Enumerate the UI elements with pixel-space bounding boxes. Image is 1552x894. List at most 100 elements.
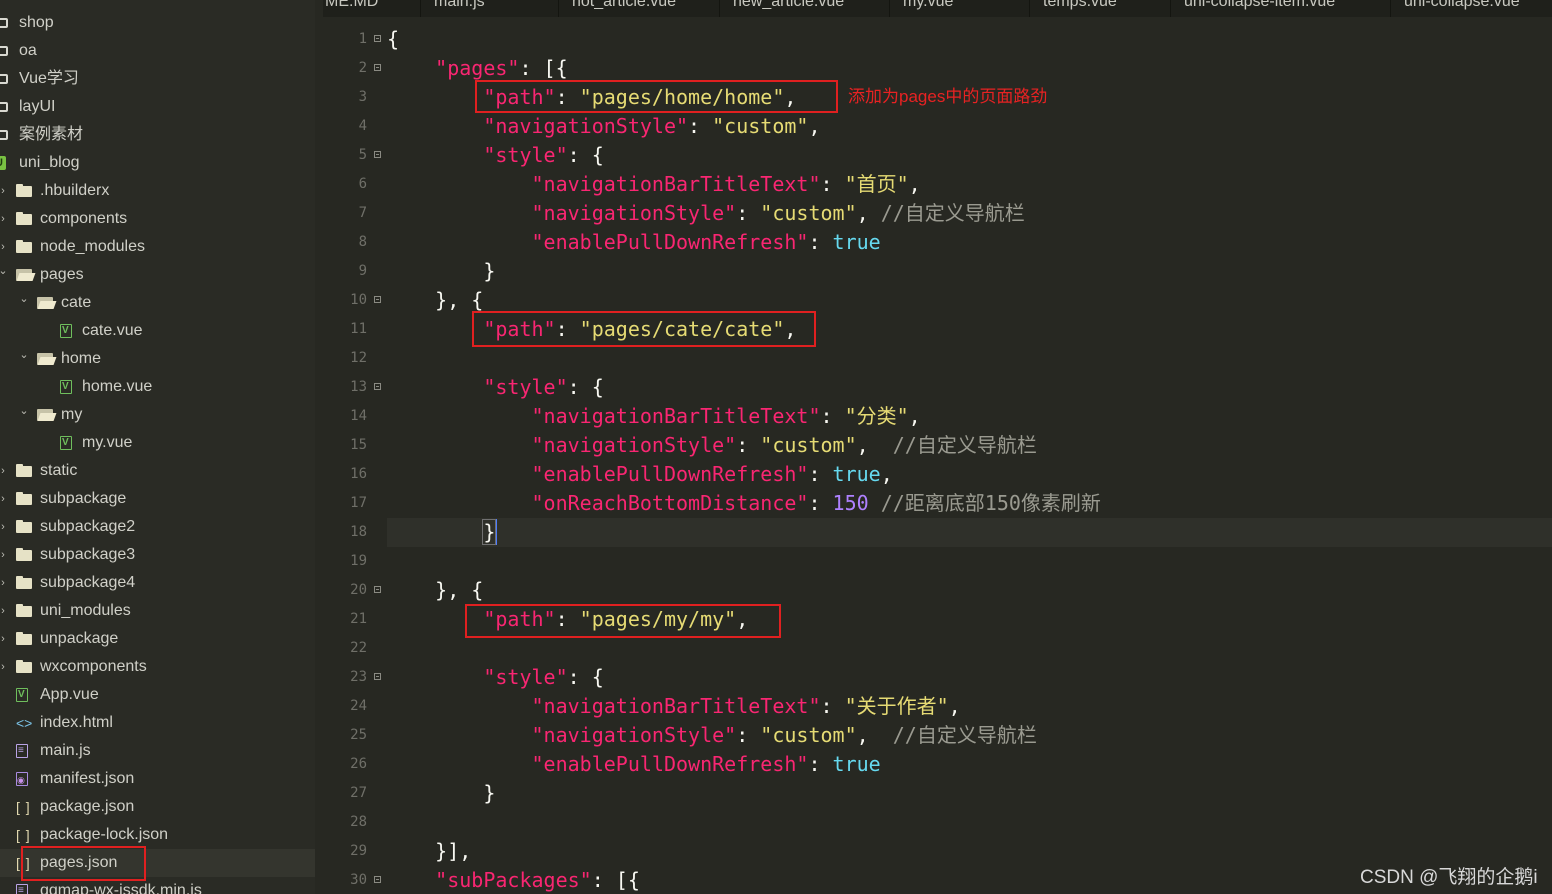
- tree-item[interactable]: 案例素材: [0, 121, 315, 149]
- tree-item[interactable]: › .hbuilderx: [0, 177, 315, 205]
- chevron-right-icon[interactable]: ›: [0, 625, 9, 653]
- tree-item[interactable]: uni_blog: [0, 149, 315, 177]
- chevron-down-icon[interactable]: ⌄: [18, 289, 30, 317]
- code-token: :: [808, 230, 833, 254]
- fold-toggle-icon[interactable]: [374, 35, 381, 42]
- tree-item[interactable]: › subpackage: [0, 485, 315, 513]
- code-token: //自定义导航栏: [892, 723, 1037, 747]
- fold-toggle-icon[interactable]: [374, 673, 381, 680]
- tree-item[interactable]: › subpackage3: [0, 541, 315, 569]
- code-line[interactable]: "subPackages": [{: [387, 866, 640, 894]
- tree-item[interactable]: manifest.json: [0, 765, 315, 794]
- editor-tab[interactable]: uni-collapse.vue: [1390, 0, 1552, 17]
- vue-file-icon: [60, 429, 72, 457]
- code-line[interactable]: "style": {: [387, 663, 603, 692]
- line-number: 29: [323, 837, 385, 866]
- code-line[interactable]: "enablePullDownRefresh": true: [387, 750, 881, 779]
- tree-item[interactable]: shop: [0, 9, 315, 37]
- chevron-right-icon[interactable]: ›: [0, 177, 9, 205]
- tree-item[interactable]: home.vue: [0, 373, 315, 401]
- code-line[interactable]: "pages": [{: [387, 54, 567, 83]
- fold-toggle-icon[interactable]: [374, 383, 381, 390]
- code-token: :: [736, 201, 761, 225]
- tree-item[interactable]: › subpackage2: [0, 513, 315, 541]
- chevron-right-icon[interactable]: ›: [0, 205, 9, 233]
- chevron-down-icon[interactable]: ⌄: [18, 401, 30, 429]
- tree-item[interactable]: oa: [0, 37, 315, 65]
- code-line[interactable]: "onReachBottomDistance": 150 //距离底部150像素…: [387, 489, 1101, 518]
- fold-toggle-icon[interactable]: [374, 64, 381, 71]
- tree-item[interactable]: Vue学习: [0, 65, 315, 93]
- code-line[interactable]: "navigationStyle": "custom",: [387, 112, 820, 141]
- chevron-right-icon[interactable]: ›: [0, 233, 9, 261]
- chevron-right-icon[interactable]: ›: [0, 457, 9, 485]
- code-line[interactable]: }, {: [387, 286, 483, 315]
- tree-item[interactable]: › node_modules: [0, 233, 315, 261]
- code-line[interactable]: "navigationBarTitleText": "分类",: [387, 402, 921, 431]
- tree-item[interactable]: <> index.html: [0, 709, 315, 737]
- code-line[interactable]: }: [387, 518, 1552, 547]
- vue-file-icon: [16, 681, 28, 709]
- tree-item[interactable]: App.vue: [0, 681, 315, 709]
- code-line[interactable]: "navigationBarTitleText": "首页",: [387, 170, 921, 199]
- line-number: 2: [323, 54, 385, 83]
- code-editor[interactable]: 1 2 3 4 5 6 7 8 9 10 11 12 13 14 15 16 17 18 19 20 21 22 23 24 2…: [323, 18, 1552, 894]
- editor-tab[interactable]: my.vue: [889, 0, 1030, 17]
- tree-item[interactable]: layUI: [0, 93, 315, 121]
- tree-item[interactable]: › subpackage4: [0, 569, 315, 597]
- code-line[interactable]: "style": {: [387, 141, 603, 170]
- chevron-right-icon[interactable]: ›: [0, 569, 9, 597]
- tree-item[interactable]: cate.vue: [0, 317, 315, 345]
- tree-item[interactable]: main.js: [0, 737, 315, 765]
- editor-tab[interactable]: hot_article.vue: [558, 0, 720, 17]
- editor-tab[interactable]: uni-collapse-item.vue: [1170, 0, 1391, 17]
- code-line[interactable]: }],: [387, 837, 471, 866]
- chevron-right-icon[interactable]: ›: [0, 541, 9, 569]
- code-line[interactable]: }: [387, 779, 495, 808]
- editor-tab[interactable]: ME.MD: [323, 0, 421, 17]
- code-line[interactable]: "enablePullDownRefresh": true: [387, 228, 881, 257]
- tab-label: uni-collapse-item.vue: [1184, 0, 1336, 10]
- code-line[interactable]: }: [387, 257, 495, 286]
- chevron-right-icon[interactable]: ›: [0, 597, 9, 625]
- tree-item[interactable]: › components: [0, 205, 315, 233]
- tree-item[interactable]: › wxcomponents: [0, 653, 315, 681]
- editor-tab[interactable]: temps.vue: [1029, 0, 1171, 17]
- fold-toggle-icon[interactable]: [374, 586, 381, 593]
- tree-item[interactable]: [ ] package-lock.json: [0, 821, 315, 849]
- chevron-down-icon[interactable]: ⌄: [18, 345, 30, 373]
- chevron-down-icon[interactable]: ⌄: [0, 261, 9, 289]
- fold-toggle-icon[interactable]: [374, 151, 381, 158]
- code-line[interactable]: "navigationStyle": "custom", //自定义导航栏: [387, 431, 1037, 460]
- line-number-text: 19: [350, 553, 367, 569]
- code-line[interactable]: "navigationStyle": "custom", //自定义导航栏: [387, 721, 1037, 750]
- editor-tab[interactable]: main.js: [420, 0, 559, 17]
- tree-item[interactable]: my.vue: [0, 429, 315, 457]
- tree-item-label: cate.vue: [82, 322, 143, 339]
- chevron-right-icon[interactable]: ›: [0, 653, 9, 681]
- fold-toggle-icon[interactable]: [374, 296, 381, 303]
- editor-tab[interactable]: new_article.vue: [719, 0, 890, 17]
- chevron-right-icon[interactable]: ›: [0, 485, 9, 513]
- tree-item[interactable]: › static: [0, 457, 315, 485]
- tree-item[interactable]: [ ] package.json: [0, 793, 315, 821]
- fold-toggle-icon[interactable]: [374, 876, 381, 883]
- code-line[interactable]: {: [387, 25, 399, 54]
- code-line[interactable]: "navigationBarTitleText": "关于作者",: [387, 692, 961, 721]
- tree-item[interactable]: ⌄ home: [0, 345, 315, 373]
- folder-icon: [16, 576, 32, 590]
- tree-item[interactable]: › uni_modules: [0, 597, 315, 625]
- tree-item[interactable]: ⌄ my: [0, 401, 315, 429]
- tree-item-label: uni_blog: [19, 154, 80, 171]
- code-line[interactable]: "enablePullDownRefresh": true,: [387, 460, 893, 489]
- line-number: 27: [323, 779, 385, 808]
- tree-item[interactable]: ⌄ pages: [0, 261, 315, 289]
- code-line[interactable]: "style": {: [387, 373, 603, 402]
- tree-item[interactable]: › unpackage: [0, 625, 315, 653]
- line-number: 9: [323, 257, 385, 286]
- tree-item[interactable]: ⌄ cate: [0, 289, 315, 317]
- line-number: 30: [323, 866, 385, 894]
- chevron-right-icon[interactable]: ›: [0, 513, 9, 541]
- code-line[interactable]: "navigationStyle": "custom", //自定义导航栏: [387, 199, 1025, 228]
- code-line[interactable]: }, {: [387, 576, 483, 605]
